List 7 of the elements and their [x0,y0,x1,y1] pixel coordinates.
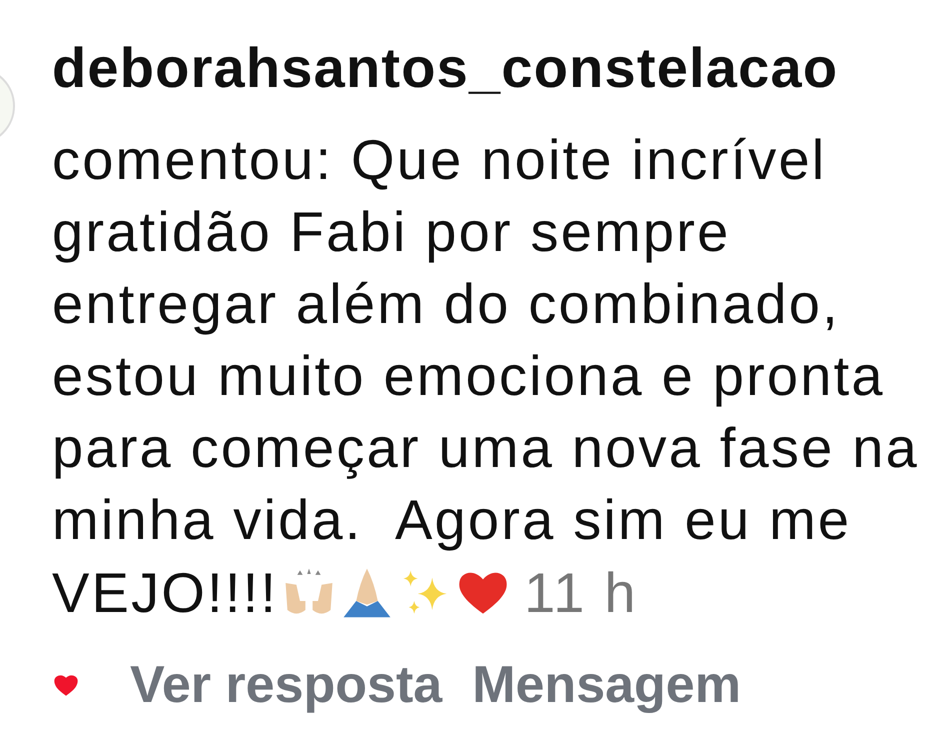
username[interactable]: deborahsantos_constelacao [52,32,942,104]
heart-icon[interactable] [54,674,78,696]
action-link[interactable]: Ver resposta [130,655,442,715]
action-link[interactable]: Mensagem [472,655,741,715]
comment-text: comentou: Que noite incrível gratidão Fabi por sempre entregar além do combinado, estou muito emociona e pronta para começar uma nova fase na minha vida. Agora sim eu me [52,127,920,553]
timestamp: 11 h [524,560,638,624]
comment-text: VEJO!!!! [52,560,278,624]
